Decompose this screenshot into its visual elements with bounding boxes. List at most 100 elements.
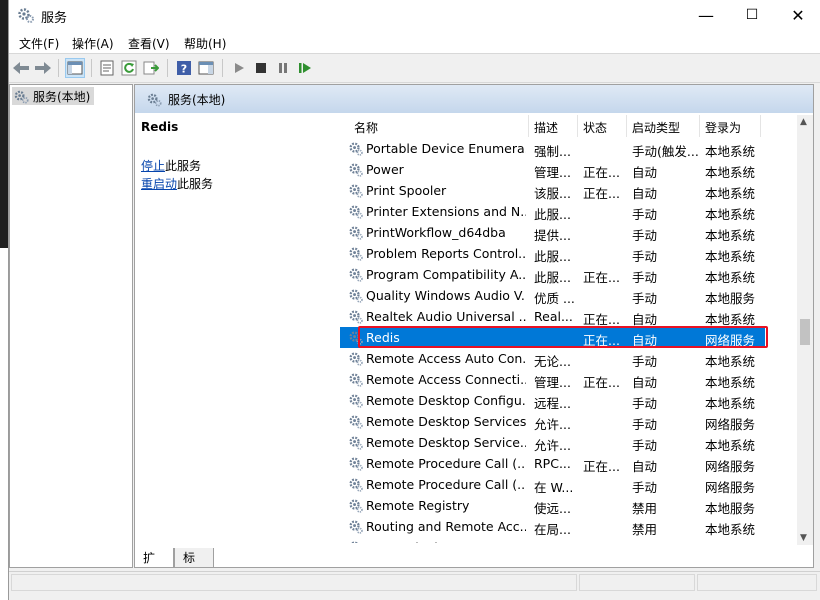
service-name: RPC Endpoint Mapper	[366, 540, 526, 543]
column-header-status[interactable]: 状态	[583, 119, 607, 136]
column-header-name[interactable]: 名称	[354, 119, 378, 136]
toolbar-separator	[58, 59, 59, 77]
restart-service-link[interactable]: 重启动	[141, 177, 177, 191]
service-name: Remote Access Auto Con...	[366, 351, 526, 366]
menu-file[interactable]: 文件(F)	[19, 35, 59, 52]
stop-service-icon[interactable]	[251, 58, 271, 78]
service-name: Problem Reports Control...	[366, 246, 526, 261]
service-description: 此服...	[534, 207, 571, 222]
service-gear-icon	[350, 541, 359, 543]
service-row[interactable]: Realtek Audio Universal ... Real... 正在... 自…	[340, 306, 765, 327]
service-row[interactable]: Remote Procedure Call (... RPC... 正在... 自动 网…	[340, 453, 765, 474]
service-description: 提供...	[534, 228, 571, 243]
column-divider[interactable]	[528, 115, 529, 137]
service-description: 允许...	[534, 417, 571, 432]
status-segment	[579, 574, 695, 591]
service-gear-icon	[349, 520, 363, 534]
maximize-button[interactable]: ☐	[729, 0, 775, 31]
service-log-on-as: 本地系统	[705, 249, 756, 264]
service-row[interactable]: Routing and Remote Acc... 在局... 禁用 本地系统	[340, 516, 765, 537]
start-service-icon[interactable]	[229, 58, 249, 78]
service-log-on-as: 本地系统	[705, 207, 756, 222]
service-row[interactable]: Program Compatibility A... 此服... 正在... 手动 本地…	[340, 264, 765, 285]
column-divider[interactable]	[699, 115, 700, 137]
minimize-button[interactable]: —	[683, 0, 729, 31]
service-description: 强制...	[534, 144, 571, 159]
service-startup-type: 手动	[632, 438, 658, 453]
selected-service-name: Redis	[141, 120, 179, 134]
service-name: Routing and Remote Acc...	[366, 519, 526, 534]
menu-view[interactable]: 查看(V)	[128, 35, 170, 52]
service-name: Program Compatibility A...	[366, 267, 526, 282]
tab-extended[interactable]: 扩展	[134, 548, 174, 585]
service-log-on-as: 本地系统	[705, 186, 756, 201]
service-status: 正在...	[583, 375, 620, 390]
service-row[interactable]: Power 管理... 正在... 自动 本地系统	[340, 159, 765, 180]
restart-service-icon[interactable]	[295, 58, 315, 78]
forward-arrow-icon[interactable]	[33, 58, 53, 78]
service-row[interactable]: Quality Windows Audio V... 优质 ... 手动 本地服务	[340, 285, 765, 306]
tree-item-services-local[interactable]: 服务(本地)	[12, 87, 95, 105]
show-hide-action-pane-icon[interactable]	[196, 58, 216, 78]
close-button[interactable]: ✕	[775, 0, 820, 31]
title-bar[interactable]: 服务 — ☐ ✕	[9, 0, 820, 31]
pause-service-icon[interactable]	[273, 58, 293, 78]
service-startup-type: 手动(触发...	[632, 144, 698, 159]
service-row[interactable]: Problem Reports Control... 此服... 手动 本地系统	[340, 243, 765, 264]
tab-standard[interactable]: 标准	[174, 548, 214, 585]
service-row[interactable]: Remote Registry 使远... 禁用 本地服务	[340, 495, 765, 516]
service-startup-type: 手动	[632, 480, 658, 495]
service-description: 此服...	[534, 249, 571, 264]
service-status: 正在...	[583, 270, 620, 285]
service-description: 该服...	[534, 186, 571, 201]
scrollbar-thumb[interactable]	[800, 319, 810, 345]
service-gear-icon	[349, 163, 363, 177]
service-gear-icon	[349, 415, 363, 429]
service-description: 管理...	[534, 375, 571, 390]
service-row[interactable]: Remote Desktop Configu... 远程... 手动 本地系统	[340, 390, 765, 411]
service-row[interactable]: Remote Procedure Call (... 在 W... 手动 网络服务	[340, 474, 765, 495]
show-console-tree-icon[interactable]	[65, 58, 85, 78]
service-row[interactable]: RPC Endpoint Mapper 解析... 正在... 自动 网络服务	[340, 537, 765, 543]
service-gear-icon	[349, 436, 363, 450]
service-row[interactable]: Print Spooler 该服... 正在... 自动 本地系统	[340, 180, 765, 201]
scroll-up-arrow-icon[interactable]: ▲	[800, 117, 807, 127]
service-log-on-as: 本地系统	[705, 522, 756, 537]
help-icon[interactable]: ?	[174, 58, 194, 78]
vertical-scrollbar[interactable]: ▲ ▼	[797, 115, 813, 545]
column-header-startup-type[interactable]: 启动类型	[632, 119, 680, 136]
service-log-on-as: 本地服务	[705, 501, 756, 516]
menu-help[interactable]: 帮助(H)	[184, 35, 226, 52]
service-gear-icon	[349, 226, 363, 240]
column-divider[interactable]	[760, 115, 761, 137]
properties-icon[interactable]	[97, 58, 117, 78]
service-log-on-as: 本地服务	[705, 291, 756, 306]
back-arrow-icon[interactable]	[11, 58, 31, 78]
list-header: ⌃ 名称 描述 状态 启动类型 登录为	[340, 115, 795, 137]
service-description: 远程...	[534, 396, 571, 411]
service-row[interactable]: Portable Device Enumera... 强制... 手动(触发... 本…	[340, 138, 765, 159]
service-name: Remote Desktop Services	[366, 414, 526, 429]
service-description: 优质 ...	[534, 291, 575, 306]
service-startup-type: 自动	[632, 459, 658, 474]
service-row[interactable]: Printer Extensions and N... 此服... 手动 本地系统	[340, 201, 765, 222]
service-row[interactable]: Remote Access Connecti... 管理... 正在... 自动 本地系…	[340, 369, 765, 390]
service-startup-type: 手动	[632, 249, 658, 264]
export-list-icon[interactable]	[141, 58, 161, 78]
service-row[interactable]: Remote Desktop Services 允许... 手动 网络服务	[340, 411, 765, 432]
scroll-down-arrow-icon[interactable]: ▼	[800, 533, 807, 543]
column-divider[interactable]	[626, 115, 627, 137]
column-header-description[interactable]: 描述	[534, 119, 558, 136]
toolbar-separator	[222, 59, 223, 77]
service-row[interactable]: Remote Desktop Service... 允许... 手动 本地系统	[340, 432, 765, 453]
column-header-log-on-as[interactable]: 登录为	[705, 119, 741, 136]
service-startup-type: 手动	[632, 396, 658, 411]
column-divider[interactable]	[577, 115, 578, 137]
service-row[interactable]: PrintWorkflow_d64dba 提供... 手动 本地系统	[340, 222, 765, 243]
menu-action[interactable]: 操作(A)	[72, 35, 114, 52]
service-row[interactable]: Remote Access Auto Con... 无论... 手动 本地系统	[340, 348, 765, 369]
service-startup-type: 手动	[632, 291, 658, 306]
stop-service-link[interactable]: 停止	[141, 159, 165, 173]
console-tree: 服务(本地)	[9, 84, 133, 568]
refresh-icon[interactable]	[119, 58, 139, 78]
